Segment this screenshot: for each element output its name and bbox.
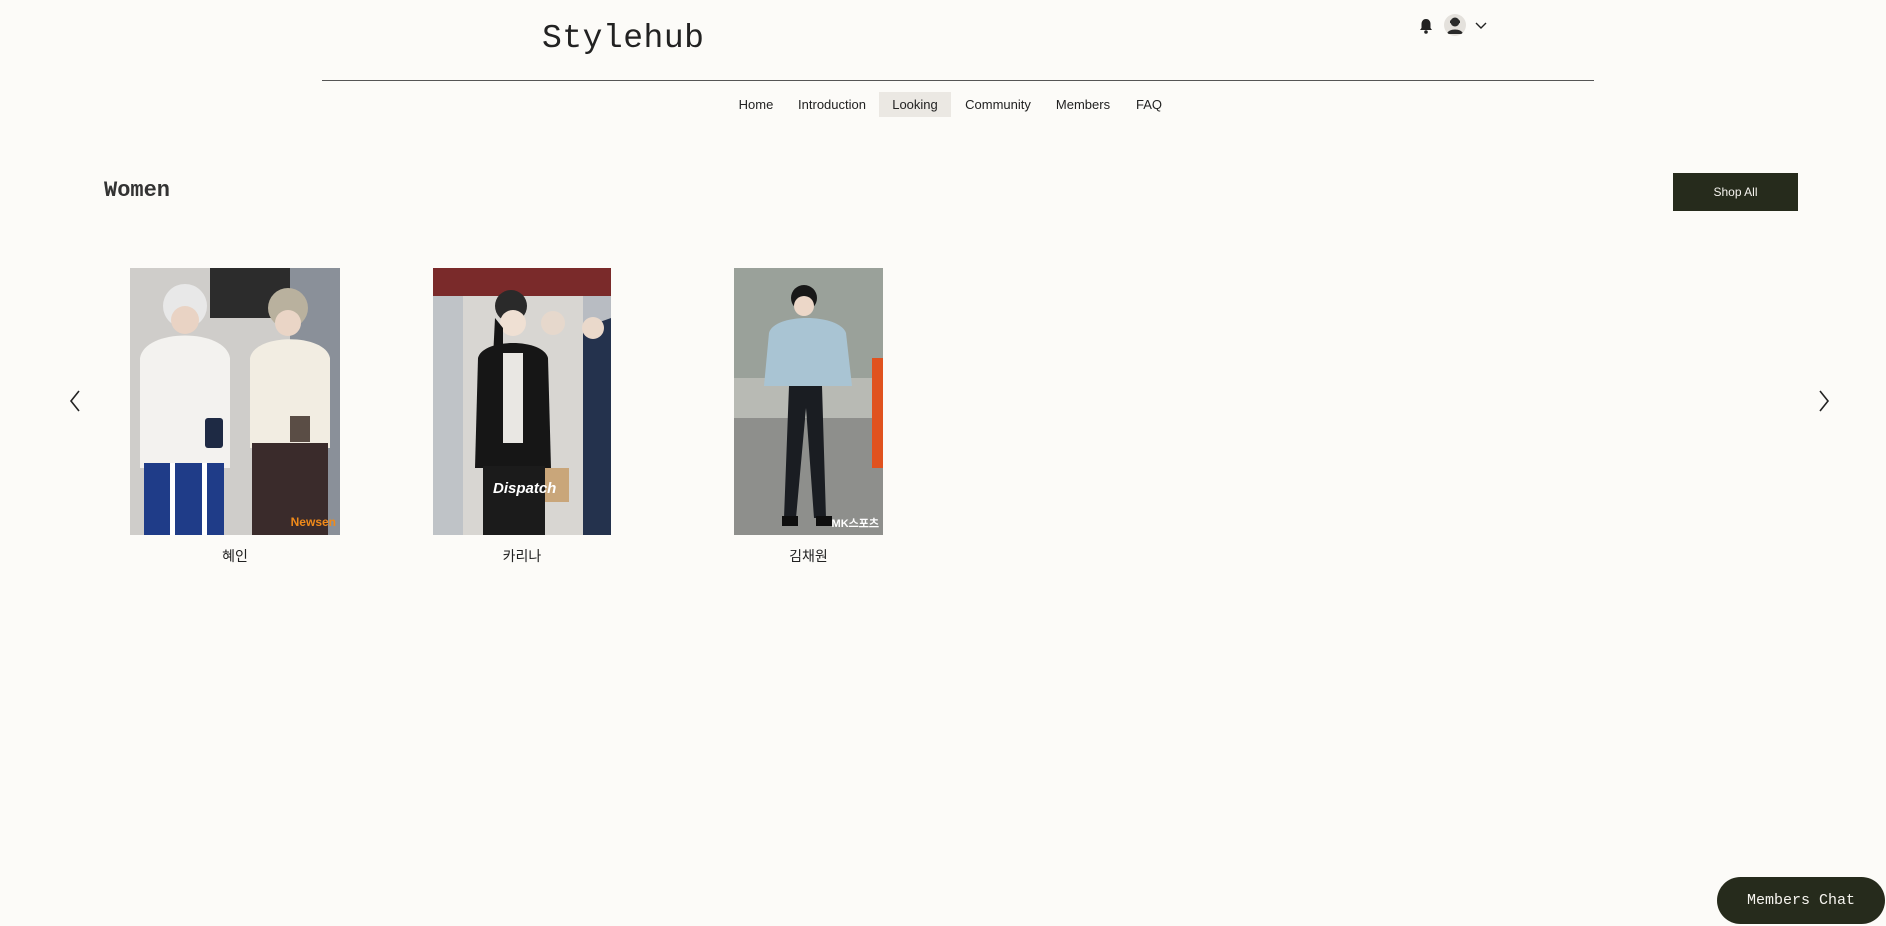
avatar[interactable] (1444, 14, 1466, 36)
chevron-left-icon[interactable] (68, 389, 82, 413)
nav-item-introduction[interactable]: Introduction (790, 92, 874, 117)
nav-item-home[interactable]: Home (728, 92, 784, 117)
chevron-right-icon[interactable] (1817, 389, 1831, 413)
header-divider (322, 80, 1594, 81)
nav-item-faq[interactable]: FAQ (1127, 92, 1171, 117)
photo-watermark: Newsen (290, 515, 336, 529)
main-nav: Home Introduction Looking Community Memb… (0, 92, 1886, 117)
nav-item-community[interactable]: Community (957, 92, 1039, 117)
nav-item-members[interactable]: Members (1045, 92, 1121, 117)
chevron-down-icon[interactable] (1474, 18, 1488, 32)
section-title: Women (104, 178, 171, 203)
avatar-icon (1447, 17, 1463, 34)
shop-all-button[interactable]: Shop All (1673, 173, 1798, 211)
outfit-photo[interactable]: Dispatch (433, 268, 611, 535)
bell-icon[interactable] (1417, 17, 1435, 35)
card-caption[interactable]: 카리나 (433, 546, 611, 566)
photo-watermark: Dispatch (493, 480, 557, 497)
photo-watermark: MK스포츠 (831, 518, 879, 530)
card-caption[interactable]: 김채원 (734, 546, 883, 566)
members-chat-button[interactable]: Members Chat (1717, 877, 1885, 924)
outfit-photo[interactable]: MK스포츠 (734, 268, 883, 535)
card-caption[interactable]: 혜인 (130, 546, 340, 566)
outfit-photo[interactable]: Newsen (130, 268, 340, 535)
nav-item-looking[interactable]: Looking (879, 92, 951, 117)
site-logo[interactable]: Stylehub (542, 20, 704, 57)
